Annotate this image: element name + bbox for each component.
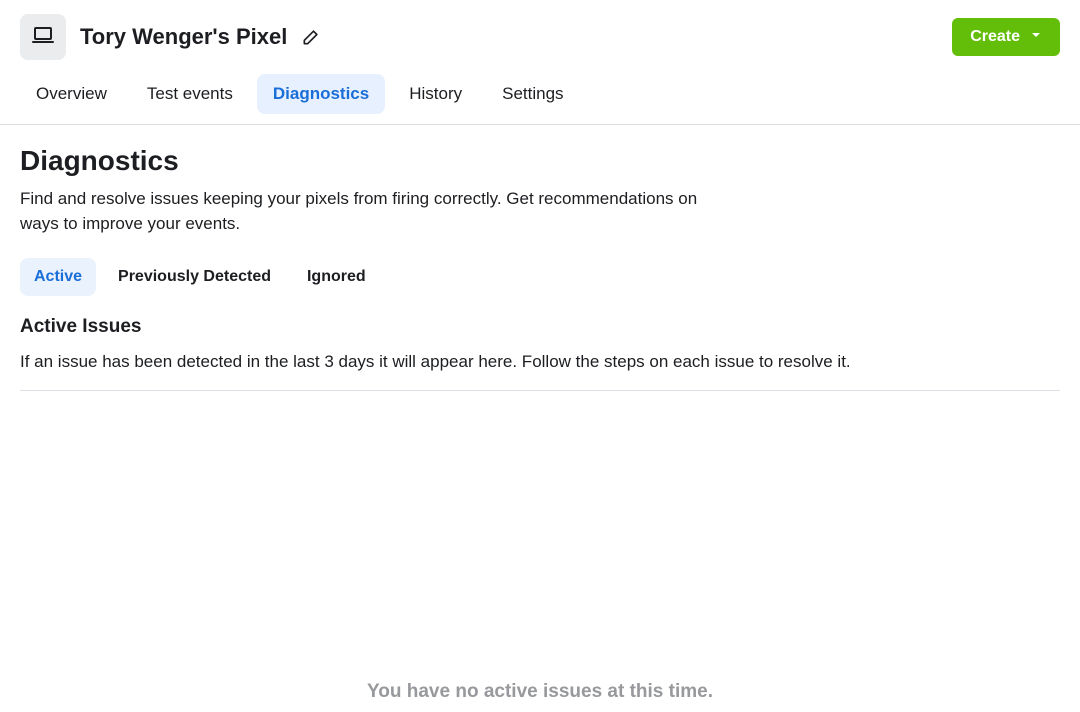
create-button[interactable]: Create xyxy=(952,18,1060,56)
caret-down-icon xyxy=(1030,28,1042,46)
tab-test-events[interactable]: Test events xyxy=(131,74,249,114)
create-button-label: Create xyxy=(970,28,1020,46)
section-description: If an issue has been detected in the las… xyxy=(20,352,1060,391)
tab-history[interactable]: History xyxy=(393,74,478,114)
pixel-icon-box xyxy=(20,14,66,60)
empty-state-message: You have no active issues at this time. xyxy=(20,681,1060,703)
page-heading: Diagnostics xyxy=(20,145,1060,177)
subtab-active[interactable]: Active xyxy=(20,258,96,296)
pixel-title: Tory Wenger's Pixel xyxy=(80,24,287,50)
laptop-icon xyxy=(31,23,55,52)
subtab-previously-detected[interactable]: Previously Detected xyxy=(104,258,285,296)
tab-overview[interactable]: Overview xyxy=(20,74,123,114)
content: Diagnostics Find and resolve issues keep… xyxy=(0,125,1080,703)
subtabs: Active Previously Detected Ignored xyxy=(20,258,1060,296)
tab-diagnostics[interactable]: Diagnostics xyxy=(257,74,385,114)
title-row: Tory Wenger's Pixel xyxy=(80,24,321,50)
page-description: Find and resolve issues keeping your pix… xyxy=(20,187,720,236)
nav-tabs: Overview Test events Diagnostics History… xyxy=(0,60,1080,125)
subtab-ignored[interactable]: Ignored xyxy=(293,258,380,296)
tab-settings[interactable]: Settings xyxy=(486,74,579,114)
header-left: Tory Wenger's Pixel xyxy=(20,14,321,60)
edit-icon[interactable] xyxy=(301,27,321,47)
section-heading: Active Issues xyxy=(20,316,1060,338)
header: Tory Wenger's Pixel Create xyxy=(0,0,1080,60)
